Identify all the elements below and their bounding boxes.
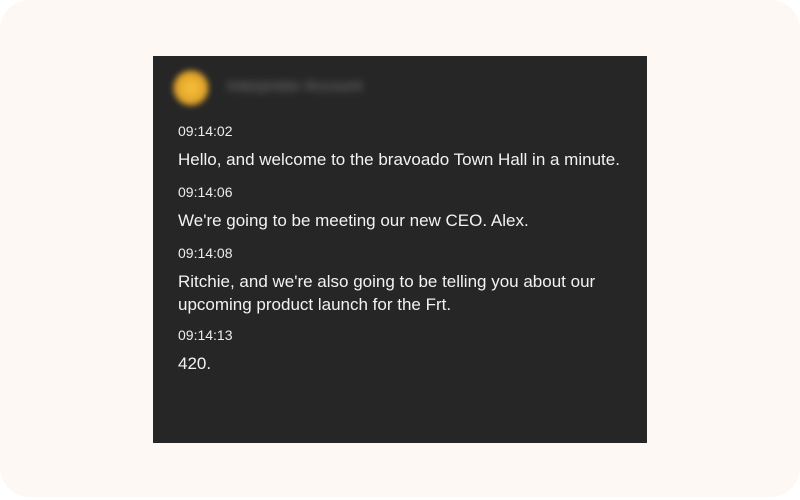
entry-timestamp: 09:14:06 <box>178 184 233 200</box>
entry-timestamp: 09:14:02 <box>178 123 233 139</box>
entry-text: We're going to be meeting our new CEO. A… <box>178 211 529 230</box>
window-frame: Interpreter Account 09:14:02 Hello, and … <box>0 0 800 497</box>
transcript-entry: 09:14:13 420. <box>178 326 622 375</box>
entry-text: Ritchie, and we're also going to be tell… <box>178 272 596 314</box>
transcript-list: 09:14:02 Hello, and welcome to the bravo… <box>178 122 622 385</box>
entry-text: 420. <box>178 354 212 373</box>
transcript-panel: Interpreter Account 09:14:02 Hello, and … <box>153 56 647 443</box>
entry-timestamp: 09:14:13 <box>178 327 233 343</box>
transcript-entry: 09:14:02 Hello, and welcome to the bravo… <box>178 122 622 171</box>
entry-timestamp: 09:14:08 <box>178 245 233 261</box>
entry-text: Hello, and welcome to the bravoado Town … <box>178 150 620 169</box>
transcript-entry: 09:14:06 We're going to be meeting our n… <box>178 183 622 232</box>
transcript-entry: 09:14:08 Ritchie, and we're also going t… <box>178 244 622 316</box>
speaker-name: Interpreter Account <box>227 78 363 95</box>
transcript-header: Interpreter Account <box>169 66 609 110</box>
avatar <box>173 70 209 106</box>
